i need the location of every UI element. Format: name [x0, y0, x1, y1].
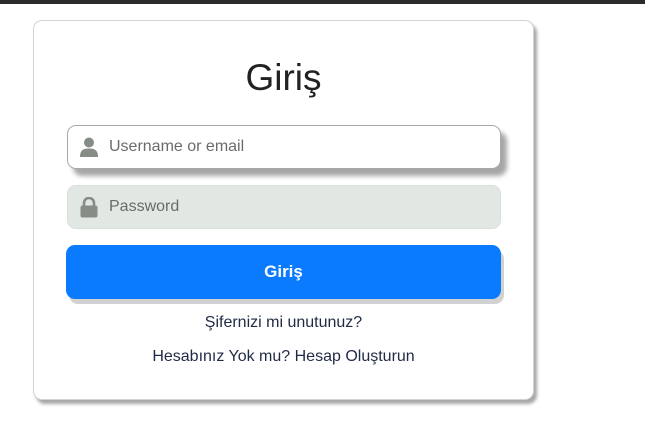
login-button[interactable]: Giriş	[66, 245, 501, 299]
register-link[interactable]: Hesabınız Yok mu? Hesap Oluşturun	[34, 348, 533, 366]
window-top-border	[0, 0, 645, 4]
username-input[interactable]	[109, 126, 500, 168]
username-field[interactable]	[67, 125, 501, 169]
login-card: Giriş Giriş Şifernizi mi unutunuz? Hesab…	[33, 20, 534, 400]
login-title: Giriş	[245, 57, 322, 98]
forgot-password-link[interactable]: Şifernizi mi unutunuz?	[34, 314, 533, 332]
lock-icon	[79, 196, 99, 218]
password-input[interactable]	[109, 186, 500, 228]
user-icon	[79, 136, 99, 158]
password-field[interactable]	[67, 185, 501, 229]
